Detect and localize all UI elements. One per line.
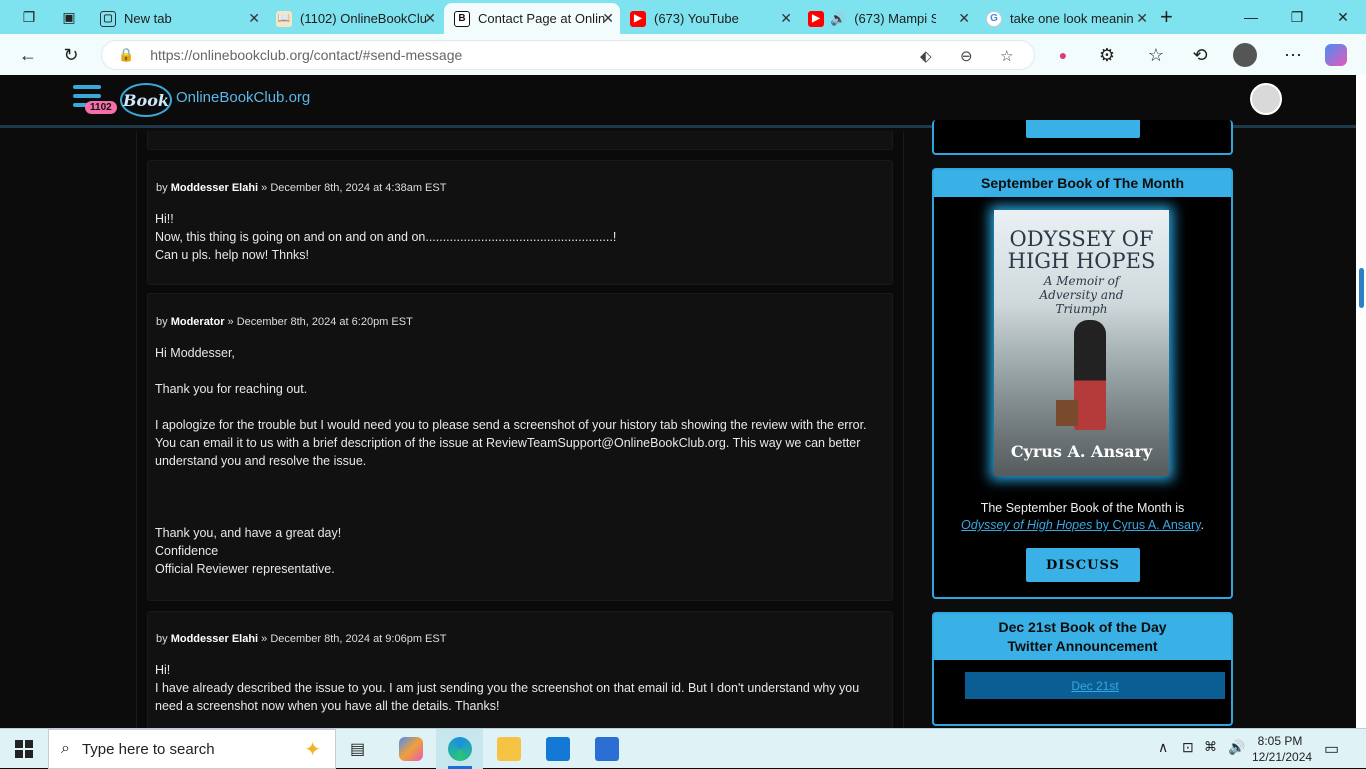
clock[interactable]: 8:05 PM 12/21/2024 [1252,733,1312,765]
store-icon[interactable] [595,737,619,761]
tab-youtube[interactable]: ▶ (673) YouTube ✕ [620,3,798,34]
widget-heading: September Book of The Month [934,170,1231,197]
more-info-icon[interactable]: ⊖ [960,47,973,65]
speaker-icon[interactable]: 🔊 [830,11,846,27]
history-icon[interactable]: ⟲ [1187,42,1213,68]
extension-colored-icon[interactable]: ● [1050,42,1076,68]
message-card: by Moddesser Elahi » December 8th, 2024 … [147,160,893,285]
page-scrollbar[interactable] [1356,75,1366,728]
minimize-button[interactable]: — [1228,0,1274,34]
close-icon[interactable]: ✕ [602,10,614,27]
windows-start-icon[interactable] [15,740,33,758]
widget-heading: Dec 21st Book of the Day Twitter Announc… [934,614,1231,660]
close-icon[interactable]: ✕ [780,10,792,27]
windows-taskbar: ⌕ Type here to search ✦ ▤ ∧ ⊡ ⌘ 🔊 8:05 P… [0,728,1366,769]
show-hidden-icons[interactable]: ∧ [1158,739,1168,756]
mail-icon[interactable] [546,737,570,761]
tab-contact-page[interactable]: B Contact Page at Onlin ✕ [444,3,620,34]
back-arrow-icon[interactable]: ← [15,42,41,68]
language-icon[interactable]: ⌘ [1204,739,1217,755]
close-icon[interactable]: ✕ [958,10,970,27]
notification-badge[interactable]: 1102 [85,101,117,114]
youtube-icon: ▶ [630,10,646,27]
scrollbar-thumb[interactable] [1359,268,1364,308]
message-body: Hi!! Now, this thing is going on and on … [155,212,617,262]
message-card-previous [147,131,893,150]
url-text: https://onlinebookclub.org/contact/#send… [150,47,463,63]
book-icon: 📖 [276,10,292,27]
author-link[interactable]: by Cyrus A. Ansary [1092,518,1201,532]
message-card: by Moddesser Elahi » December 8th, 2024 … [147,611,893,728]
tab-youtube-playing[interactable]: ▶ 🔊 (673) Mampi Swi ✕ [798,3,976,34]
address-bar-row: ← ↻ 🔒 https://onlinebookclub.org/contact… [0,34,1366,75]
notifications-icon[interactable]: ▭ [1324,739,1339,759]
file-explorer-icon[interactable] [497,737,521,761]
book-title-link[interactable]: Odyssey of High Hopes [961,518,1092,532]
workspaces-icon[interactable]: ❐ [18,6,40,28]
edge-icon[interactable] [448,737,472,761]
volume-icon[interactable]: 🔊 [1228,739,1245,756]
refresh-icon[interactable]: ↻ [58,42,84,68]
site-logo[interactable]: Book [120,83,172,117]
message-author: Moddesser Elahi [170,633,259,645]
close-window-button[interactable]: ✕ [1320,0,1366,34]
message-body: Hi! I have already described the issue t… [155,663,860,713]
newtab-icon: ▢ [100,10,116,27]
book-of-day-link[interactable]: Dec 21st [1071,679,1118,693]
sidebar-widget-top [932,120,1233,155]
network-icon[interactable]: ⊡ [1182,739,1194,756]
obc-icon: B [454,10,470,27]
lock-icon[interactable]: 🔒 [118,47,134,63]
close-icon[interactable]: ✕ [1136,10,1148,27]
tab-new-tab[interactable]: ▢ New tab ✕ [90,3,266,34]
search-icon: ⌕ [61,740,70,757]
taskbar-search-box[interactable]: ⌕ Type here to search ✦ [48,729,336,769]
book-of-month-widget: September Book of The Month ODYSSEY OF H… [932,168,1233,599]
extensions-puzzle-icon[interactable]: ⚙ [1094,42,1120,68]
message-meta: by Moddesser Elahi » December 8th, 2024 … [156,633,447,645]
close-icon[interactable]: ✕ [424,10,436,27]
tab-onlinebookclub[interactable]: 📖 (1102) OnlineBookClu ✕ [266,3,442,34]
restore-button[interactable]: ❐ [1274,0,1320,34]
message-author: Moddesser Elahi [170,182,259,194]
book-of-day-link-box: Dec 21st [965,672,1225,699]
message-body: Hi Moddesser, Thank you for reaching out… [155,346,867,576]
child-figure [1074,320,1106,430]
url-field[interactable]: 🔒 https://onlinebookclub.org/contact/#se… [101,40,1035,70]
message-meta: by Moderator » December 8th, 2024 at 6:2… [156,316,413,328]
message-author: Moderator [170,316,225,328]
google-icon: G [986,10,1002,27]
discuss-button[interactable]: DISCUSS [1026,548,1140,582]
book-cover[interactable]: ODYSSEY OF HIGH HOPES A Memoir of Advers… [994,210,1169,476]
message-thread: by Moddesser Elahi » December 8th, 2024 … [136,131,904,728]
message-meta: by Moddesser Elahi » December 8th, 2024 … [156,182,447,194]
more-menu-icon[interactable]: ⋯ [1280,42,1306,68]
copilot-taskbar-icon[interactable] [399,737,423,761]
search-placeholder: Type here to search [81,740,215,758]
user-avatar[interactable] [1250,83,1282,115]
youtube-icon: ▶ [808,10,824,27]
sparkle-icon: ✦ [304,739,321,761]
book-description: The September Book of the Month is Odyss… [961,501,1204,532]
new-tab-button[interactable]: + [1160,4,1173,30]
book-of-day-widget: Dec 21st Book of the Day Twitter Announc… [932,612,1233,726]
site-name-link[interactable]: OnlineBookClub.org [176,89,310,106]
tab-google[interactable]: G take one look meanin ✕ [976,3,1154,34]
favorite-star-icon[interactable]: ☆ [1000,47,1013,65]
suitcase-figure [1056,400,1078,426]
tab-strip: ❐ ▣ ▢ New tab ✕ 📖 (1102) OnlineBookClu ✕… [0,0,1366,34]
widget-button[interactable] [1026,120,1140,138]
close-icon[interactable]: ✕ [248,10,260,27]
message-card: by Moderator » December 8th, 2024 at 6:2… [147,293,893,601]
tag-icon[interactable]: ⬖ [920,47,932,65]
tab-actions-icon[interactable]: ▣ [58,6,80,28]
copilot-icon[interactable] [1325,44,1347,66]
task-view-icon[interactable]: ▤ [350,739,365,759]
favorites-icon[interactable]: ☆ [1143,42,1169,68]
profile-avatar-icon[interactable] [1233,43,1257,67]
